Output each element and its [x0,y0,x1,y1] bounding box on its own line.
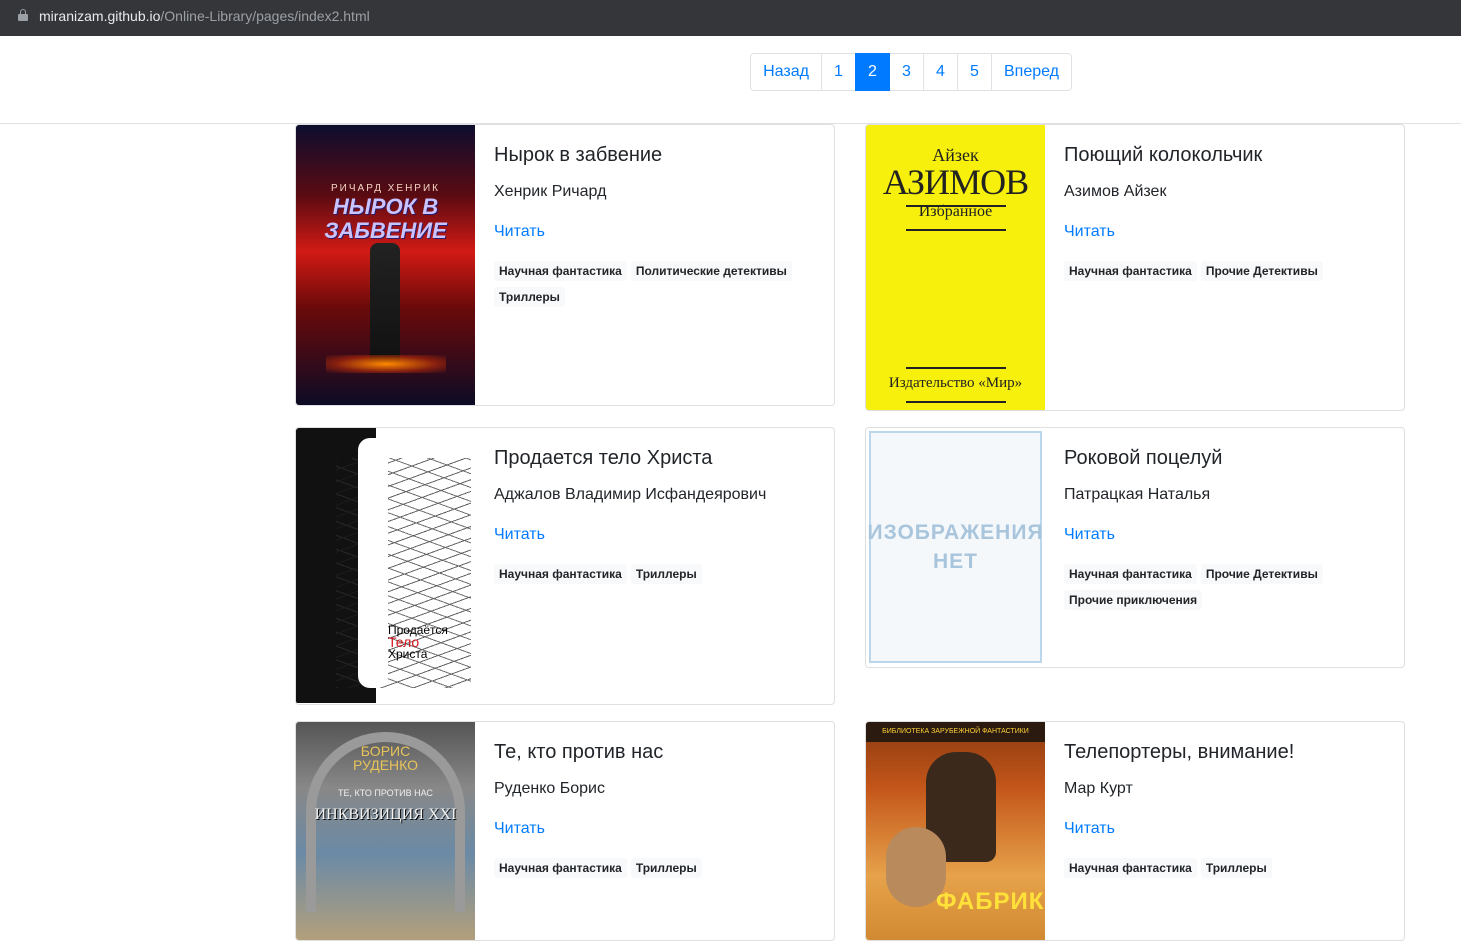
genre-tag[interactable]: Триллеры [630,564,702,584]
genre-tag[interactable]: Триллеры [630,858,702,878]
book-author: Хенрик Ричард [494,183,607,200]
book-author: Патрацкая Наталья [1064,486,1211,503]
pagination-next-button[interactable]: Вперед [991,53,1072,91]
cover-publisher: Издательство «Мир» [888,375,1023,391]
lock-icon [18,9,28,21]
genre-tag[interactable]: Триллеры [1200,858,1272,878]
cover-title-text: ФАБРИКА [936,888,1045,915]
pagination-page-5[interactable]: 5 [957,53,992,91]
read-link[interactable]: Читать [494,223,545,241]
cover-figure [358,438,388,688]
cover-title-text: ТЕ, КТО ПРОТИВ НАС [338,788,433,798]
cover-subtitle: Избранное [918,203,993,220]
read-link[interactable]: Читать [494,820,545,838]
read-link[interactable]: Читать [1064,526,1115,544]
tag-list: Научная фантастика Прочие Детективы [1064,261,1384,287]
book-card: БОРИС РУДЕНКО ТЕ, КТО ПРОТИВ НАС ИНКВИЗИ… [295,721,835,941]
pagination-prev-button[interactable]: Назад [750,53,822,91]
genre-tag[interactable]: Научная фантастика [494,858,627,878]
cover-title-line: Христа [388,647,428,661]
pagination-page-2-active[interactable]: 2 [855,53,890,91]
submarine-illustration [370,243,400,363]
book-card: Айзек АЗИМОВ Избранное Издательство «Мир… [865,124,1405,411]
book-cover-image[interactable]: Продаётся Тело Христа [296,428,475,704]
read-link[interactable]: Читать [1064,223,1115,241]
cover-title-text: Продаётся Тело Христа [388,624,448,660]
placeholder-text: ИЗОБРАЖЕНИЯ [867,521,1044,544]
book-title: Нырок в забвение [494,144,663,166]
tag-list: Научная фантастика Триллеры [494,564,814,590]
pagination-page-1[interactable]: 1 [821,53,856,91]
book-card: БИБЛИОТЕКА ЗАРУБЕЖНОЙ ФАНТАСТИКИ ФАБРИКА… [865,721,1405,941]
book-cover-image[interactable]: РИЧАРД ХЕНРИК НЫРОК В ЗАБВЕНИЕ [296,125,475,405]
book-card: Продаётся Тело Христа Продается тело Хри… [295,427,835,705]
book-author: Азимов Айзек [1064,183,1167,200]
pagination: Назад 1 2 3 4 5 Вперед [750,53,1072,91]
book-cover-image[interactable]: ИЗОБРАЖЕНИЯ НЕТ [866,428,1045,667]
cover-author-line: РУДЕНКО [352,757,419,773]
genre-tag[interactable]: Прочие Детективы [1200,564,1323,584]
cover-rule [906,401,1006,403]
book-card: РИЧАРД ХЕНРИК НЫРОК В ЗАБВЕНИЕ Нырок в з… [295,124,835,406]
book-cover-image[interactable]: Айзек АЗИМОВ Избранное Издательство «Мир… [866,125,1045,410]
book-author: Руденко Борис [494,780,605,797]
book-author: Мар Курт [1064,780,1133,797]
book-title: Поющий колокольчик [1064,144,1263,166]
pagination-page-4[interactable]: 4 [923,53,958,91]
genre-tag[interactable]: Прочие Детективы [1200,261,1323,281]
cover-author-line: БОРИС [360,743,411,759]
read-link[interactable]: Читать [1064,820,1115,838]
cover-author-text: РИЧАРД ХЕНРИК [331,183,440,194]
genre-tag[interactable]: Научная фантастика [1064,564,1197,584]
tag-list: Научная фантастика Триллеры [1064,858,1384,884]
genre-tag[interactable]: Научная фантастика [494,564,627,584]
url-path: /Online-Library/pages/index2.html [160,8,370,24]
tag-list: Научная фантастика Прочие Детективы Проч… [1064,564,1384,616]
book-card: ИЗОБРАЖЕНИЯ НЕТ Роковой поцелуй Патрацка… [865,427,1405,668]
cover-author-last: АЗИМОВ [882,162,1029,202]
page-header: Назад 1 2 3 4 5 Вперед [0,36,1461,124]
genre-tag[interactable]: Научная фантастика [494,261,627,281]
book-title: Продается тело Христа [494,447,713,469]
placeholder-text: НЕТ [933,550,978,573]
book-title: Те, кто против нас [494,741,664,763]
genre-tag[interactable]: Научная фантастика [1064,858,1197,878]
cover-glow [326,355,446,373]
cover-series-text: ИНКВИЗИЦИЯ XXI [314,806,457,823]
genre-tag[interactable]: Научная фантастика [1064,261,1197,281]
cover-rule [906,229,1006,231]
cover-title-text: НЫРОК В ЗАБВЕНИЕ [324,194,447,243]
cover-series-text: БИБЛИОТЕКА ЗАРУБЕЖНОЙ ФАНТАСТИКИ [866,722,1045,742]
book-title: Роковой поцелуй [1064,447,1223,469]
genre-tag[interactable]: Триллеры [494,287,565,307]
genre-tag[interactable]: Прочие приключения [1064,590,1203,610]
book-title: Телепортеры, внимание! [1064,741,1295,763]
cover-rule [906,367,1006,369]
url-host: miranizam.github.io [39,8,161,24]
book-cover-image[interactable]: БОРИС РУДЕНКО ТЕ, КТО ПРОТИВ НАС ИНКВИЗИ… [296,722,475,940]
tag-list: Научная фантастика Триллеры [494,858,814,884]
book-author: Аджалов Владимир Исфандеярович [494,486,767,503]
genre-tag[interactable]: Политические детективы [630,261,792,281]
tag-list: Научная фантастика Политические детектив… [494,261,814,313]
no-image-placeholder: ИЗОБРАЖЕНИЯ НЕТ [867,431,1044,663]
read-link[interactable]: Читать [494,526,545,544]
pagination-page-3[interactable]: 3 [889,53,924,91]
browser-address-bar[interactable]: miranizam.github.io/Online-Library/pages… [0,0,1461,36]
book-cover-image[interactable]: БИБЛИОТЕКА ЗАРУБЕЖНОЙ ФАНТАСТИКИ ФАБРИКА [866,722,1045,940]
cover-author-text: БОРИС РУДЕНКО [296,744,475,772]
address-url[interactable]: miranizam.github.io/Online-Library/pages… [39,7,370,25]
